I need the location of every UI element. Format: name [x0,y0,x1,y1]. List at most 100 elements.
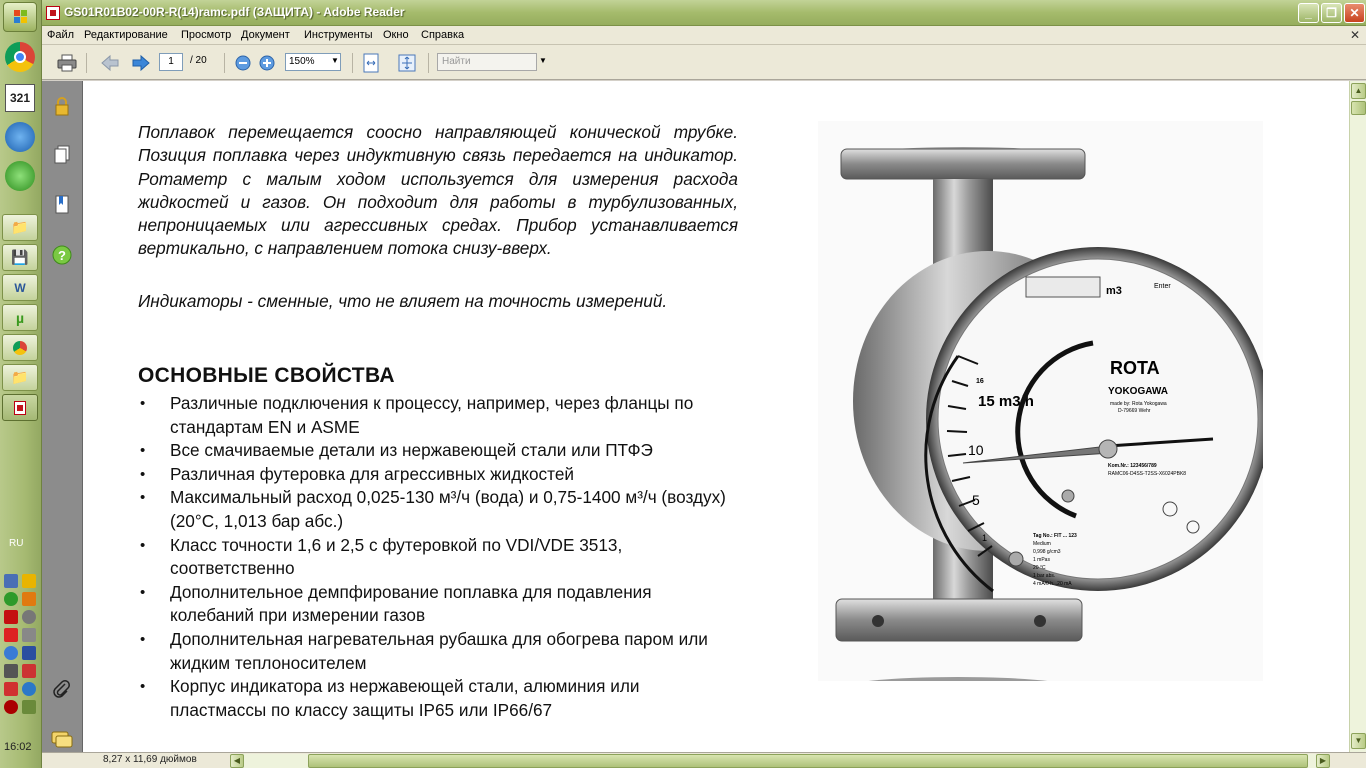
pressure-label: 1 bar abs. [1033,573,1055,579]
printer-icon [57,54,77,72]
help-button[interactable]: ? [51,244,73,266]
attachments-button[interactable] [51,679,73,701]
horizontal-scrollbar[interactable]: ◀ ▶ [230,754,1330,768]
maker-label: YOKOGAWA [1108,386,1168,397]
start-button[interactable] [3,2,37,32]
comments-button[interactable] [51,729,73,751]
adobe-reader-icon [46,6,60,20]
previous-page-button[interactable] [99,52,121,74]
find-input[interactable]: Найти [437,53,537,71]
list-item: Различные подключения к процессу, наприм… [138,392,738,439]
tray-blue-icon[interactable] [22,646,36,660]
vertical-scrollbar[interactable]: ▲ ▼ [1349,81,1366,752]
density-label: 0,998 g/cm3 [1033,549,1061,555]
zoom-in-button[interactable] [256,52,278,74]
menu-help[interactable]: Справка [421,29,464,41]
minimize-button[interactable]: _ [1298,3,1319,23]
tray-play-icon[interactable] [22,592,36,606]
clock[interactable]: 16:02 [4,741,32,753]
scroll-up-button[interactable]: ▲ [1351,83,1366,99]
expand-icon [398,54,416,72]
scroll-left-button[interactable]: ◀ [230,754,244,768]
paperclip-icon [53,680,70,698]
taskbar-folder-button[interactable]: 📁 [2,214,38,241]
list-item: Дополнительное демпфирование поплавка дл… [138,581,738,628]
security-button[interactable] [51,95,73,117]
chevron-down-icon[interactable]: ▼ [329,53,341,71]
close-button[interactable]: ✕ [1344,3,1365,23]
tray-antivirus-icon[interactable] [4,700,18,714]
navigation-panel: ? [42,81,83,752]
com-number: Kom.Nr.: 123456/789 [1108,463,1157,469]
indicators-paragraph: Индикаторы - сменные, что не влияет на т… [138,291,668,311]
taskbar-folder2-button[interactable]: 📁 [2,364,38,391]
bookmarks-button[interactable] [51,194,73,216]
scrolling-mode-button[interactable] [360,52,382,74]
pages-button[interactable] [51,144,73,166]
ati-icon[interactable] [4,610,18,624]
tray-check-icon[interactable] [22,682,36,696]
page-size-label: 8,27 x 11,69 дюймов [103,754,197,765]
next-page-button[interactable] [130,52,152,74]
wifi-icon[interactable] [5,161,35,191]
document-view[interactable]: Поплавок перемещается соосно направляюще… [83,81,1349,752]
scroll-right-button[interactable]: ▶ [1316,754,1330,768]
zoom-out-button[interactable] [232,52,254,74]
tray-safely-remove-icon[interactable] [4,682,18,696]
chrome-icon[interactable] [5,42,35,72]
arrow-left-icon [101,54,119,72]
vertical-scroll-thumb[interactable] [1351,101,1366,115]
window-title: GS01R01B02-00R-R(14)ramc.pdf (ЗАЩИТА) - … [64,5,405,19]
made-by-label: made by: Rota Yokogawa [1110,401,1167,407]
list-item: Все смачиваемые детали из нержавеющей ст… [138,439,738,463]
taskbar-adobe-reader-button[interactable] [2,394,38,421]
status-bar: 8,27 x 11,69 дюймов ◀ ▶ [42,752,1366,768]
taskbar-utorrent-button[interactable]: µ [2,304,38,331]
scroll-down-button[interactable]: ▼ [1351,733,1366,749]
tray-green-icon[interactable] [4,592,18,606]
brand-logo: ROTA [1110,358,1160,378]
page-number-input[interactable]: 1 [159,53,183,71]
horizontal-scroll-thumb[interactable] [308,754,1308,768]
tray-volume-icon[interactable] [22,628,36,642]
temperature-label: 20 °C [1033,565,1046,571]
shield-icon[interactable] [22,574,36,588]
tray-network-icon[interactable] [4,646,18,660]
menu-tools[interactable]: Инструменты [304,29,373,41]
windows-logo-icon [14,10,27,23]
pages-icon [54,145,70,164]
media-player-icon[interactable]: 321 [5,84,35,112]
svg-text:?: ? [58,248,66,263]
menu-document[interactable]: Документ [241,29,290,41]
lock-icon [55,97,69,116]
menu-edit[interactable]: Редактирование [84,29,168,41]
close-document-button[interactable]: ✕ [1350,28,1360,42]
menu-view[interactable]: Просмотр [181,29,231,41]
find-options-chevron-icon[interactable]: ▼ [538,53,548,71]
sync-icon[interactable] [5,122,35,152]
tray-flag-icon[interactable] [22,664,36,678]
medium-label: Medium [1033,541,1051,547]
tray-monitor-icon[interactable] [4,664,18,678]
tray-red-icon[interactable] [4,628,18,642]
menu-bar: Файл Редактирование Просмотр Документ Ин… [42,26,1366,45]
maximize-button[interactable]: ❐ [1321,3,1342,23]
taskbar-drive-button[interactable]: 💾 [2,244,38,271]
description-paragraph: Поплавок перемещается соосно направляюще… [138,122,738,259]
tray-app-icon[interactable] [4,574,18,588]
taskbar-chrome-button[interactable] [2,334,38,361]
print-button[interactable] [56,52,78,74]
language-indicator[interactable]: RU [9,538,23,549]
fit-width-button[interactable] [396,52,418,74]
tray-usb-icon[interactable] [22,700,36,714]
system-tray [2,570,40,720]
toolbar: 1 / 20 150% ▼ Найти ▼ [42,45,1366,80]
zoom-out-icon [235,55,251,71]
taskbar-word-button[interactable]: W [2,274,38,301]
menu-file[interactable]: Файл [47,29,74,41]
taskbar: 321 📁 💾 W µ 📁 RU 16:02 [0,0,42,768]
bookmark-icon [55,195,69,214]
list-item: Различная футеровка для агрессивных жидк… [138,463,738,487]
tray-gear-icon[interactable] [22,610,36,624]
menu-window[interactable]: Окно [383,29,409,41]
